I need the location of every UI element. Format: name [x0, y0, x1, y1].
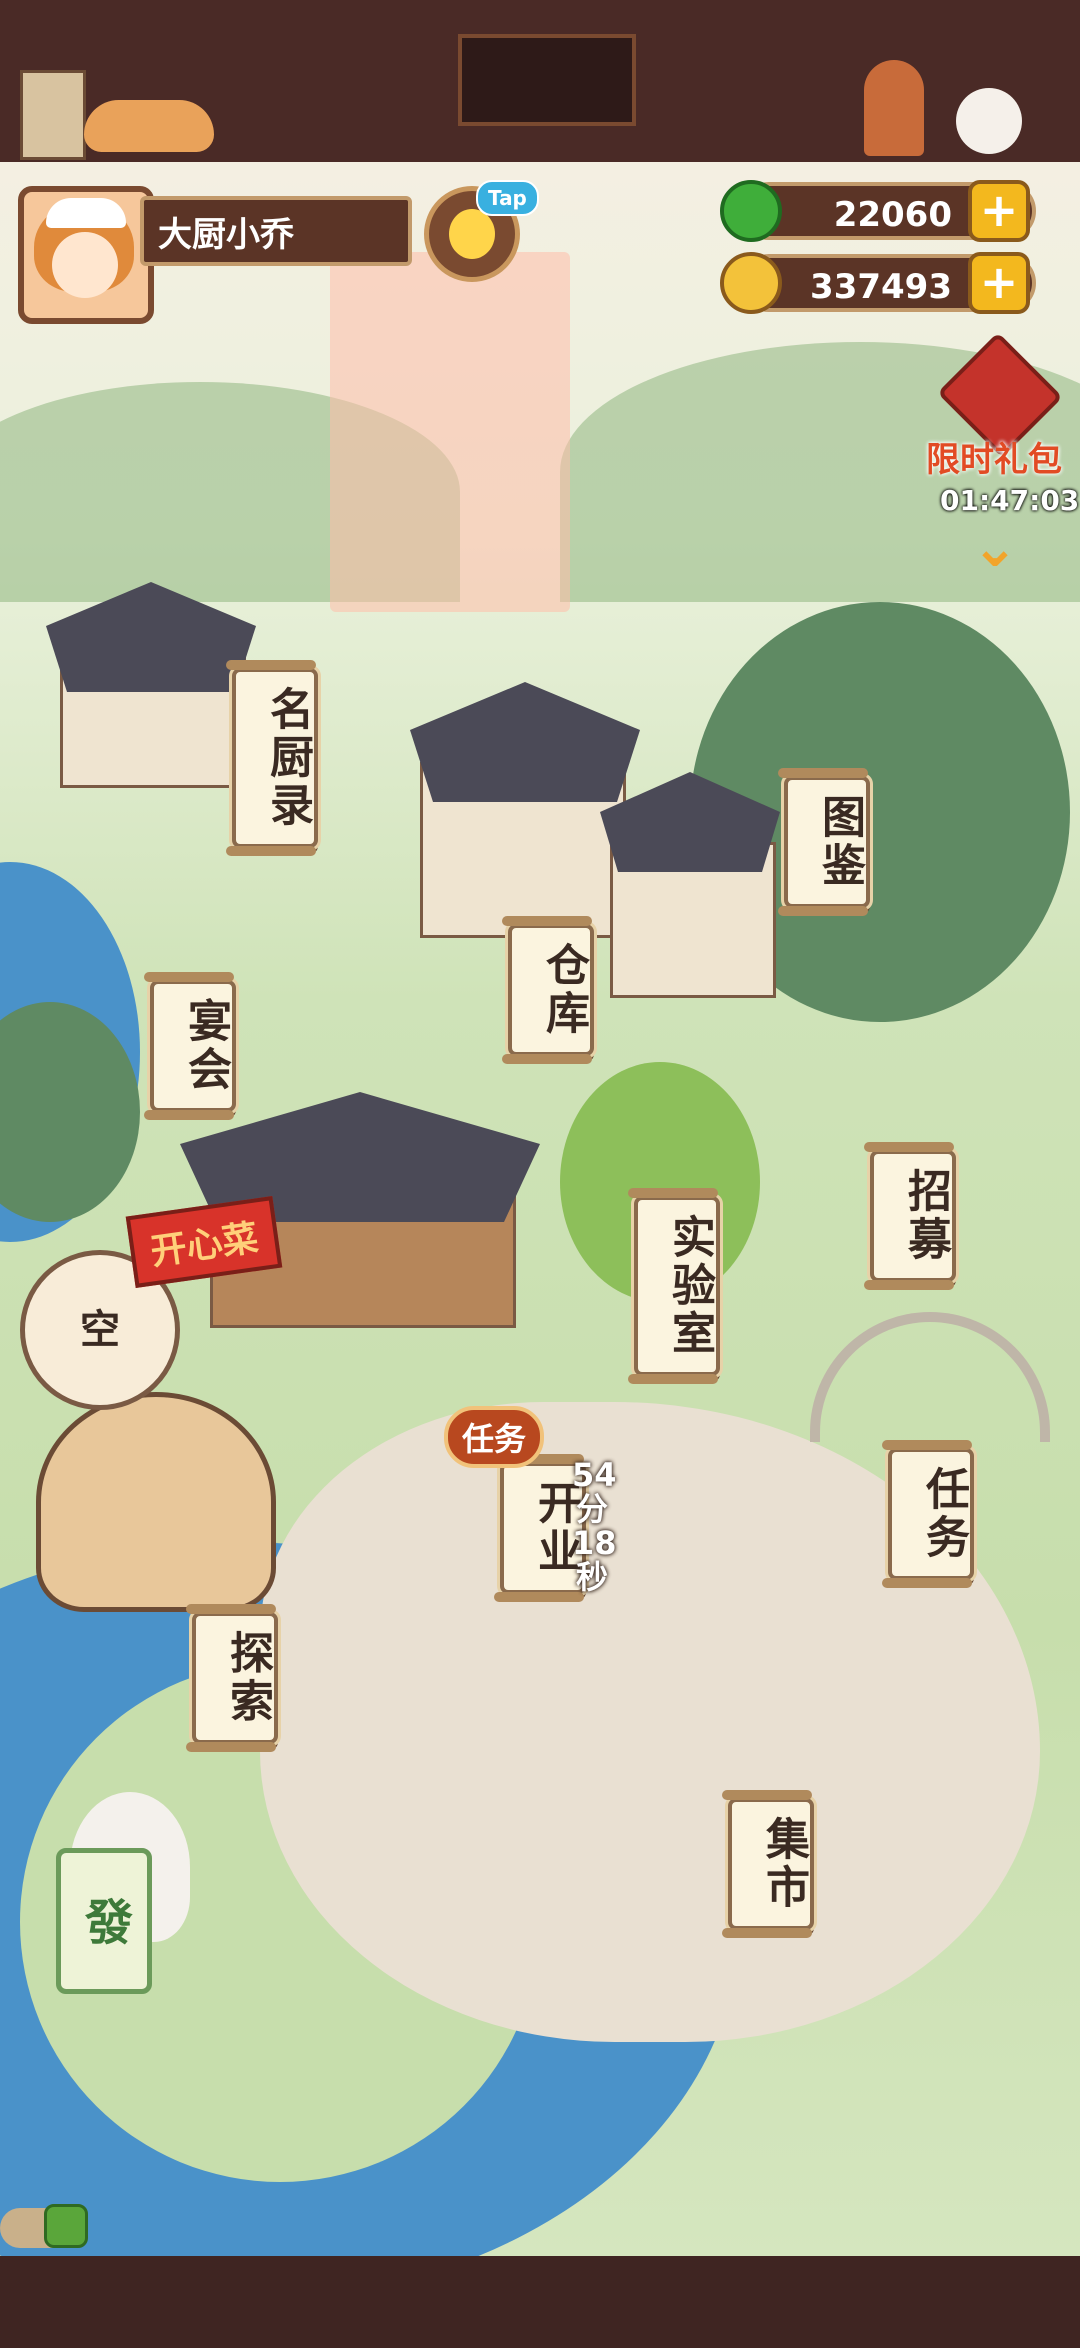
chick-icon: [449, 209, 495, 259]
white-cat-decoration: [956, 88, 1022, 154]
mahjong-tile[interactable]: 發: [56, 1848, 152, 1994]
bottom-bar: [0, 2256, 1080, 2348]
jade-amount: 22060: [833, 195, 952, 235]
shopkeeper-decoration: [864, 60, 924, 156]
add-coin-button[interactable]: +: [968, 252, 1030, 314]
timer-seconds: 18: [572, 1524, 617, 1562]
stove: [36, 1392, 276, 1612]
add-jade-button[interactable]: +: [968, 180, 1030, 242]
banquet-button[interactable]: 宴会: [144, 972, 236, 1120]
raccoon-banner-decoration: [458, 34, 636, 126]
sleeping-cat-decoration: [84, 100, 214, 152]
catalog-button[interactable]: 图鉴: [778, 768, 870, 916]
pagoda: [330, 252, 570, 612]
recruit-button[interactable]: 招募: [864, 1142, 956, 1290]
coin-amount: 337493: [810, 267, 952, 307]
tasks-button[interactable]: 任务: [882, 1440, 974, 1588]
toggle-knob: [44, 2204, 88, 2248]
gift-timer: 01:47:03: [940, 484, 1080, 517]
tap-badge: Tap: [476, 180, 539, 216]
famous-chefs-button[interactable]: 名厨录: [226, 660, 318, 856]
business-timer: 54 分 18 秒: [572, 1456, 617, 1596]
warehouse-button[interactable]: 仓库: [502, 916, 594, 1064]
player-name[interactable]: 大厨小乔: [140, 196, 412, 266]
market-button[interactable]: 集市: [722, 1790, 814, 1938]
building-roof: [410, 682, 640, 802]
coin-icon: [720, 252, 782, 314]
chevron-down-icon[interactable]: ⌄: [960, 520, 1030, 576]
avatar-hat: [46, 198, 126, 228]
timer-minutes: 54: [572, 1456, 617, 1494]
toggle-switch[interactable]: [0, 2204, 88, 2248]
timer-minute-unit: 分: [575, 1490, 608, 1528]
task-badge[interactable]: 任务: [444, 1406, 545, 1468]
avatar-face: [52, 232, 118, 298]
lab-button[interactable]: 实验室: [628, 1188, 720, 1384]
limited-gift-label: 限时礼包: [926, 440, 1062, 480]
top-decor-bar: [0, 0, 1080, 168]
shelf-decoration: [20, 70, 86, 160]
bridge: [810, 1312, 1050, 1442]
player-avatar[interactable]: [18, 186, 154, 324]
timer-second-unit: 秒: [575, 1558, 608, 1596]
explore-button[interactable]: 探索: [186, 1604, 278, 1752]
jade-icon: [720, 180, 782, 242]
